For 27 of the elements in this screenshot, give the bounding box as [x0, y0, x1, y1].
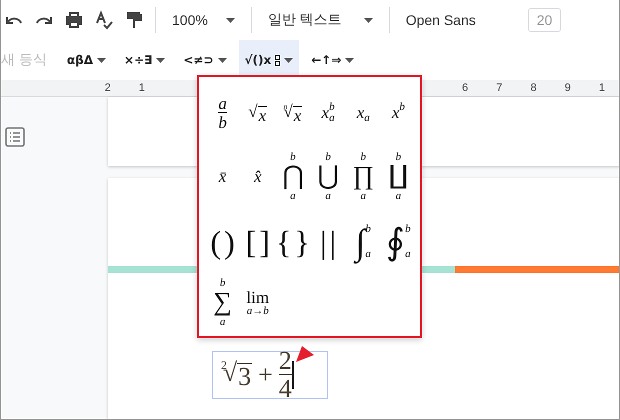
script-boxes-icon — [275, 54, 280, 66]
ruler-number: 9 — [564, 82, 572, 94]
outline-icon[interactable] — [5, 127, 25, 147]
ruler-number: 8 — [529, 82, 538, 94]
symbol-menu[interactable]: <≠⊃ — [177, 40, 232, 80]
ruler-number: 2 — [104, 82, 112, 94]
symbol-menu[interactable]: αβΔ — [60, 40, 112, 80]
caret-icon — [364, 18, 373, 22]
ruler-number: 1 — [598, 82, 606, 94]
paint-roller-icon — [124, 10, 144, 30]
ruler-number: 7 — [495, 82, 504, 94]
ruler-number: 1 — [138, 82, 146, 94]
font-dropdown[interactable]: Open Sans — [398, 8, 484, 32]
print-icon — [64, 10, 84, 30]
zoom-dropdown[interactable]: 100% — [164, 8, 243, 32]
symbol-menu[interactable]: ←↑⇒ — [305, 40, 360, 80]
caret-icon — [97, 58, 106, 62]
style-dropdown[interactable]: 일반 텍스트 — [260, 7, 381, 33]
caret-icon — [156, 58, 166, 62]
symbol-menu[interactable]: ×÷∃ — [118, 40, 172, 80]
spellcheck-icon — [94, 10, 114, 30]
ruler-number: 6 — [461, 82, 470, 94]
pointer-arrow-icon — [296, 346, 314, 362]
caret-icon — [345, 58, 354, 62]
caret-icon — [226, 18, 235, 22]
caret-icon — [218, 58, 226, 62]
caret-icon — [284, 58, 294, 62]
